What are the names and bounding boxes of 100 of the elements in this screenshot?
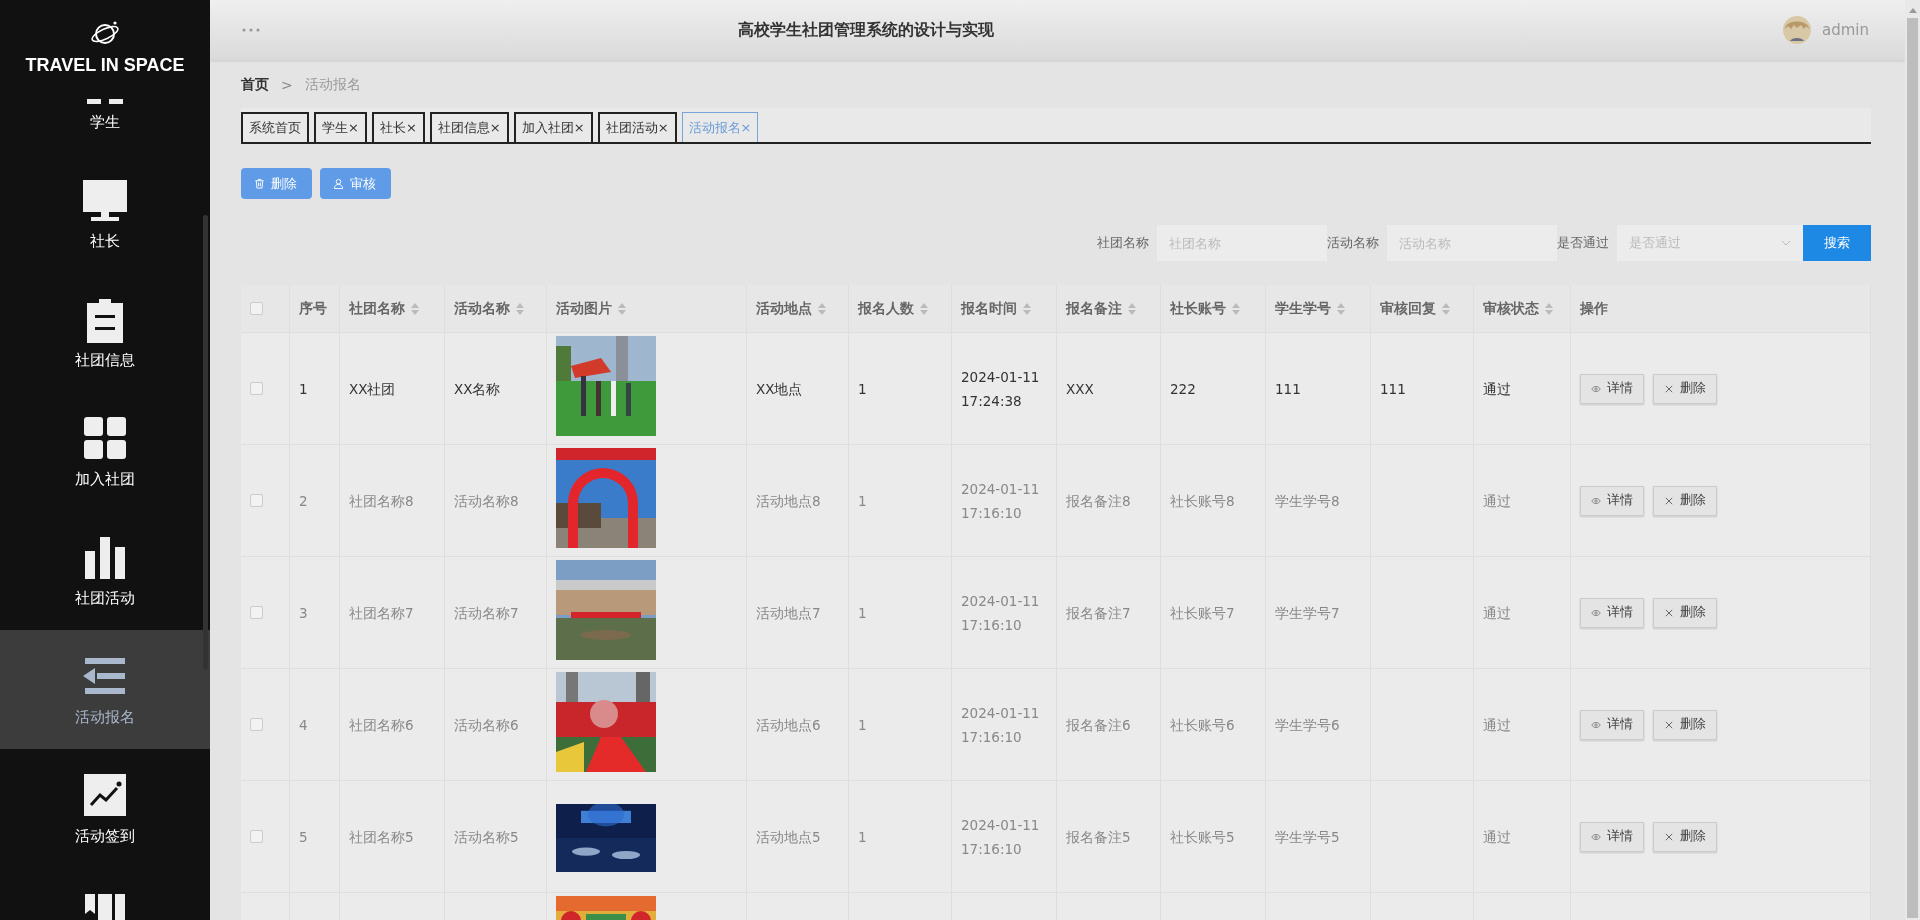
table-cell-text: 学生学号6	[1275, 715, 1340, 735]
row-checkbox[interactable]	[250, 382, 263, 395]
table-cell-text: 社长账号8	[1170, 491, 1235, 511]
details-button[interactable]: 详情	[1580, 709, 1644, 740]
sidebar-item[interactable]: 社长	[0, 154, 210, 273]
table-cell-text: 社团名称6	[349, 715, 414, 735]
sidebar-item[interactable]: 学生	[0, 95, 210, 154]
row-checkbox[interactable]	[250, 830, 263, 843]
column-header[interactable]: 学生学号	[1266, 285, 1371, 332]
search-button[interactable]: 搜索	[1803, 225, 1871, 261]
eye-icon	[1591, 496, 1601, 505]
table-cell-text: 报名备注8	[1066, 491, 1131, 511]
details-button[interactable]: 详情	[1580, 597, 1644, 628]
sort-icon[interactable]	[516, 302, 524, 315]
table-cell-text: XX社团	[349, 379, 396, 399]
sort-icon[interactable]	[1337, 302, 1345, 315]
menu-label: 活动报名	[75, 708, 135, 727]
chevron-down-icon	[1781, 240, 1791, 246]
table-cell-text: 通过	[1483, 715, 1511, 735]
sort-icon[interactable]	[1442, 302, 1450, 315]
breadcrumb-link[interactable]: 首页	[241, 76, 269, 94]
page-tab[interactable]: 社团活动×	[597, 112, 677, 142]
sort-icon[interactable]	[618, 302, 626, 315]
column-header[interactable]: 审核回复	[1371, 285, 1474, 332]
sidebar-item[interactable]: 活动报名	[0, 630, 210, 749]
delete-button[interactable]: 删除	[1653, 485, 1717, 516]
column-header[interactable]: 报名备注	[1057, 285, 1161, 332]
table-cell-text: 学生学号8	[1275, 491, 1340, 511]
table-cell-text: 报名备注5	[1066, 827, 1131, 847]
table-cell-text: 活动名称5	[454, 827, 519, 847]
eye-icon	[1591, 608, 1601, 617]
scrollbar[interactable]	[1907, 18, 1918, 918]
delete-button[interactable]: 删除	[1653, 597, 1717, 628]
sort-icon[interactable]	[1545, 302, 1553, 315]
column-header[interactable]: 报名人数	[849, 285, 952, 332]
close-icon	[1664, 720, 1674, 729]
sort-icon[interactable]	[411, 302, 419, 315]
sidebar-item[interactable]: 活动签到	[0, 749, 210, 868]
sort-icon[interactable]	[1128, 302, 1136, 315]
filter-label: 社团名称	[1097, 234, 1149, 252]
table-cell-text: 1	[299, 379, 308, 399]
column-header[interactable]: 审核状态	[1474, 285, 1571, 332]
avatar[interactable]	[1782, 15, 1812, 45]
sort-icon[interactable]	[818, 302, 826, 315]
table-cell-text: 社长账号7	[1170, 603, 1235, 623]
sidebar-item[interactable]: 加入社团	[0, 392, 210, 511]
grid-icon	[81, 414, 129, 462]
eye-icon	[1591, 832, 1601, 841]
close-icon	[1664, 496, 1674, 505]
details-button[interactable]: 详情	[1580, 821, 1644, 852]
row-checkbox[interactable]	[250, 606, 263, 619]
user-icon	[333, 178, 344, 189]
row-checkbox[interactable]	[250, 718, 263, 731]
sort-icon[interactable]	[1232, 302, 1240, 315]
table-cell-text: 1	[858, 379, 867, 399]
table-cell-text: 222	[1170, 379, 1196, 399]
delete-button[interactable]: 删除	[1653, 709, 1717, 740]
column-header[interactable]: 活动图片	[547, 285, 747, 332]
table-cell-text: 2024-01-11 17:16:10	[961, 815, 1041, 859]
table-cell-text: 活动名称6	[454, 715, 519, 735]
page-tab[interactable]: 系统首页	[241, 112, 309, 142]
close-icon	[1664, 384, 1674, 393]
details-button[interactable]: 详情	[1580, 373, 1644, 404]
table-cell-text: 2024-01-11 17:16:10	[961, 591, 1041, 635]
table-cell-text: 1	[858, 491, 867, 511]
scrollbar[interactable]	[203, 215, 208, 670]
sidebar-item[interactable]: 社团信息	[0, 273, 210, 392]
table-cell-text: 社团名称8	[349, 491, 414, 511]
page-tab[interactable]: 加入社团×	[513, 112, 593, 142]
delete-button[interactable]: 删除	[1653, 821, 1717, 852]
select-all-checkbox[interactable]	[250, 302, 263, 315]
column-header[interactable]: 报名时间	[952, 285, 1057, 332]
sort-icon[interactable]	[920, 302, 928, 315]
filter-label: 是否通过	[1557, 234, 1609, 252]
table-cell-text: 学生学号5	[1275, 827, 1340, 847]
details-button[interactable]: 详情	[1580, 485, 1644, 516]
column-header[interactable]: 社长账号	[1161, 285, 1266, 332]
column-header[interactable]: 活动地点	[747, 285, 849, 332]
table-cell-text: 活动名称8	[454, 491, 519, 511]
delete-button[interactable]: 删除	[1653, 373, 1717, 404]
scroll-up-icon[interactable]	[1909, 8, 1917, 13]
sidebar-item[interactable]: 社团活动	[0, 511, 210, 630]
table-cell-text: 1	[858, 715, 867, 735]
eye-icon	[1591, 384, 1601, 393]
table-cell-text: 报名备注7	[1066, 603, 1131, 623]
menu-label: 社长	[90, 232, 120, 251]
sort-icon[interactable]	[1023, 302, 1031, 315]
table-cell-text: 通过	[1483, 603, 1511, 623]
page-tab[interactable]: 学生×	[314, 112, 367, 142]
column-header[interactable]: 社团名称	[340, 285, 445, 332]
table-cell-text: 社团名称5	[349, 827, 414, 847]
page-tab[interactable]: 社团信息×	[429, 112, 509, 142]
more-icon[interactable]	[242, 28, 260, 32]
row-checkbox[interactable]	[250, 494, 263, 507]
column-header[interactable]: 活动名称	[445, 285, 547, 332]
app-title: 高校学生社团管理系统的设计与实现	[738, 19, 994, 41]
page-tab[interactable]: 社长×	[371, 112, 425, 142]
logo-text: TRAVEL IN SPACE	[25, 55, 185, 76]
table-cell-text: 活动地点7	[756, 603, 821, 623]
table-cell-text: XX名称	[454, 379, 501, 399]
